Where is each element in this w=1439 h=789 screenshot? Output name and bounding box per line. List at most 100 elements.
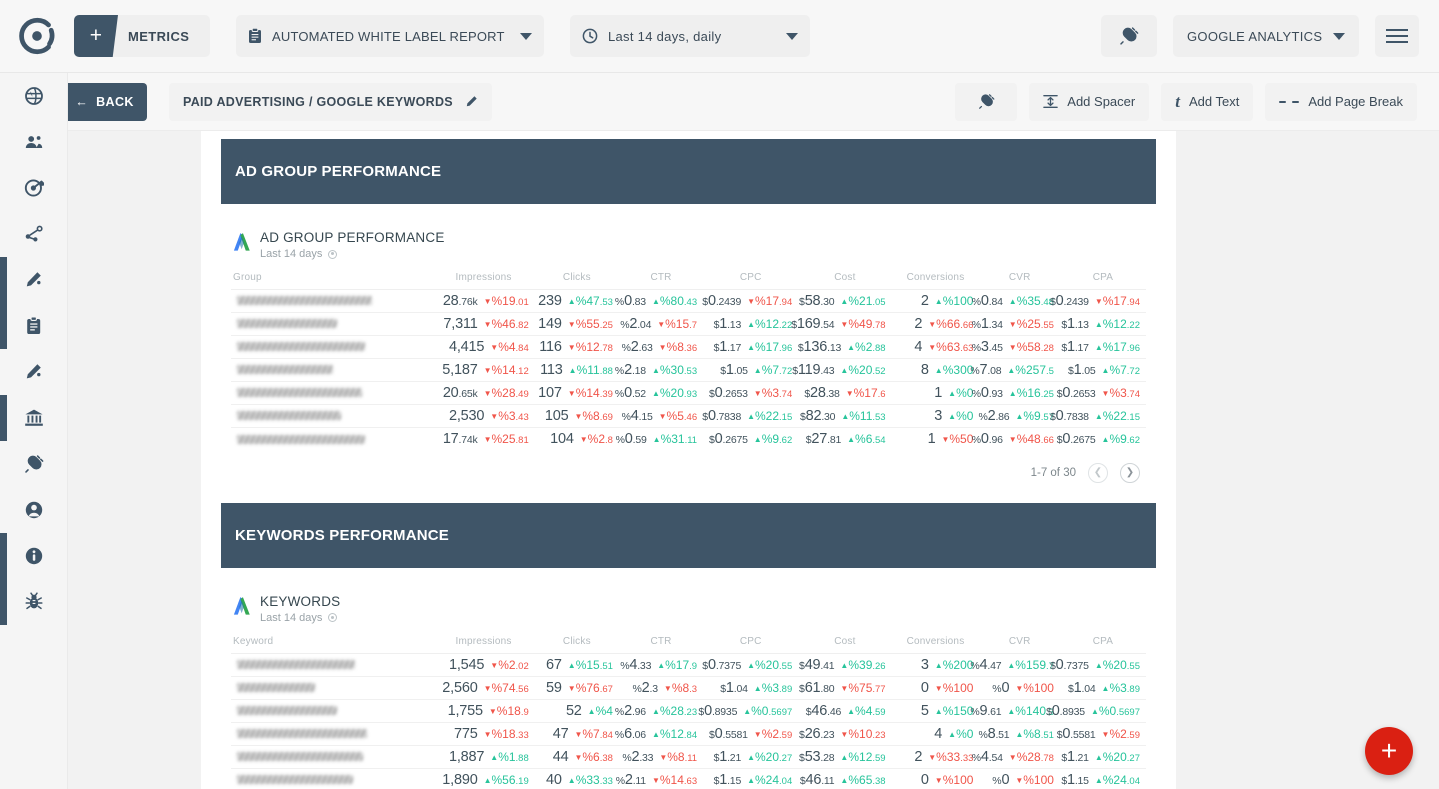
sidebar-item-pencil-edit[interactable] xyxy=(0,349,67,395)
report-select[interactable]: AUTOMATED WHITE LABEL REPORT xyxy=(236,15,544,57)
table-widget[interactable]: KEYWORDS Last 14 days Keyword Impressions Cl… xyxy=(221,584,1156,789)
section-band[interactable]: AD GROUP PERFORMANCE xyxy=(221,139,1156,204)
column-header[interactable]: CPC xyxy=(703,634,798,654)
column-header[interactable]: Impressions xyxy=(432,634,534,654)
sidebar-item-info[interactable] xyxy=(0,533,67,579)
widget-plug-button[interactable] xyxy=(955,82,1018,121)
sidebar-item-bank[interactable] xyxy=(0,395,67,441)
column-header[interactable]: CTR xyxy=(619,270,703,290)
table-row[interactable]: 4,415 ▼%4.84 116 ▼%12.78 %2.63 ▼%8.36 $1.17 ▲%1… xyxy=(231,335,1146,359)
metric-cell-container: 17.74k ▼%25.81 xyxy=(432,427,535,451)
metric-cell: %9.61 ▲%140.3 xyxy=(970,703,1054,719)
column-header[interactable]: Keyword xyxy=(231,634,432,654)
main-menu-button[interactable] xyxy=(1375,15,1419,57)
column-header[interactable]: Cost xyxy=(798,270,891,290)
table-row[interactable]: 7,311 ▼%46.82 149 ▼%55.25 %2.04 ▼%15.7 $1.13 ▲%… xyxy=(231,312,1146,336)
add-widget-fab[interactable]: + xyxy=(1365,727,1413,775)
column-header[interactable]: Conversions xyxy=(892,270,980,290)
column-header[interactable]: CPC xyxy=(703,270,798,290)
table-row[interactable]: 1,887 ▲%1.88 44 ▼%6.38 %2.33 ▼%8.11 $1.21 ▲%20.… xyxy=(231,744,1146,768)
metric-value: $1.21 xyxy=(713,748,742,765)
back-button[interactable]: ← BACK xyxy=(62,82,147,121)
app-logo[interactable] xyxy=(0,15,74,57)
metric-value: $1.15 xyxy=(713,771,742,788)
metric-cell-container: %1.34 ▼%25.55 xyxy=(972,312,1060,336)
metric-cell-container: 4,415 ▼%4.84 xyxy=(432,335,535,359)
column-header[interactable]: CVR xyxy=(979,270,1060,290)
table-row[interactable]: 775 ▼%18.33 47 ▼%7.84 %6.06 ▲%12.84 $0.5581 ▼%2… xyxy=(231,721,1146,745)
table-row[interactable]: 5,187 ▼%14.12 113 ▲%11.88 %2.18 ▲%30.53 $1.05 ▲… xyxy=(231,358,1146,382)
column-header[interactable]: Conversions xyxy=(892,634,980,654)
metric-cell-container: %7.08 ▲%257.5 xyxy=(970,358,1060,382)
add-text-button[interactable]: t Add Text xyxy=(1161,82,1254,121)
column-header[interactable]: CPA xyxy=(1060,270,1146,290)
data-table: Group Impressions Clicks CTR CPC Cost Conversi… xyxy=(231,270,1146,451)
sidebar-item-globe[interactable] xyxy=(0,73,67,119)
table-row[interactable]: 17.74k ▼%25.81 104 ▼%2.8 %0.59 ▲%31.11 $0.2675… xyxy=(231,427,1146,451)
sidebar-item-clipboard[interactable] xyxy=(0,303,67,349)
metric-value: $0.8935 xyxy=(698,702,738,719)
report-canvas[interactable]: AD GROUP PERFORMANCE AD GROUP PERFORMANCE… xyxy=(68,131,1439,789)
arrow-down-icon: ▼ xyxy=(483,366,492,375)
pagination-prev-button[interactable]: ❮ xyxy=(1088,462,1108,483)
metric-delta: ▼%75.77 xyxy=(840,680,886,695)
arrow-up-icon: ▲ xyxy=(1008,389,1017,398)
table-row[interactable]: 1,545 ▼%2.02 67 ▲%15.51 %4.33 ▲%17.9 $0.7375 ▲%… xyxy=(231,652,1146,676)
pagination-next-button[interactable]: ❯ xyxy=(1120,462,1140,483)
column-header[interactable]: Impressions xyxy=(432,270,534,290)
add-page-break-button[interactable]: Add Page Break xyxy=(1265,82,1417,121)
metric-cell: $1.04 ▲%3.89 xyxy=(1066,680,1140,696)
column-header[interactable]: CPA xyxy=(1060,634,1146,654)
add-spacer-button[interactable]: Add Spacer xyxy=(1029,82,1150,121)
date-range-select[interactable]: Last 14 days, daily xyxy=(570,15,810,57)
metric-cell-container: 2 ▼%66.66 xyxy=(891,312,980,336)
metric-delta: ▲%0 xyxy=(948,386,974,400)
column-header[interactable]: CTR xyxy=(619,634,703,654)
metric-value: 116 xyxy=(539,339,562,355)
row-label-cell xyxy=(231,312,433,336)
arrow-down-icon: ▼ xyxy=(567,320,576,329)
section-band[interactable]: KEYWORDS PERFORMANCE xyxy=(221,502,1156,568)
table-row[interactable]: 1,755 ▼%18.9 52 ▲%4 %2.96 ▲%28.23 $0.8935 ▲%0.5… xyxy=(231,698,1146,722)
arrow-down-icon: ▼ xyxy=(567,343,576,352)
clipboard-icon xyxy=(26,316,40,334)
table-widget[interactable]: AD GROUP PERFORMANCE Last 14 days Group Imp… xyxy=(221,220,1156,495)
metric-value: %0.83 xyxy=(614,293,646,309)
column-header[interactable]: Group xyxy=(231,270,432,290)
add-metrics-button[interactable]: + METRICS xyxy=(74,15,210,57)
table-row[interactable]: 20.65k ▼%28.49 107 ▼%14.39 %0.52 ▲%20.93 $0.26… xyxy=(231,381,1146,405)
table-row[interactable]: 28.76k ▼%19.01 239 ▲%47.53 %0.83 ▲%80.43 $0.24… xyxy=(231,289,1146,313)
column-header[interactable]: Clicks xyxy=(535,270,619,290)
table-row[interactable]: 2,560 ▼%74.56 59 ▼%76.67 %2.3 ▼%8.3 $1.04 ▲%3.8… xyxy=(231,675,1146,699)
column-header[interactable]: CVR xyxy=(979,634,1060,654)
widget-subtitle: Last 14 days xyxy=(260,248,445,260)
sidebar-item-pencil[interactable] xyxy=(0,257,67,303)
metric-value: 17.74k xyxy=(442,431,478,448)
metric-cell: $49.41 ▲%39.26 xyxy=(799,657,886,673)
column-header[interactable]: Clicks xyxy=(535,634,619,654)
sidebar-item-share-nodes[interactable] xyxy=(0,211,67,257)
pencil-icon[interactable] xyxy=(465,95,478,108)
metric-delta: ▼%100 xyxy=(934,680,974,695)
column-header[interactable]: Cost xyxy=(798,634,891,654)
data-source-select[interactable]: GOOGLE ANALYTICS xyxy=(1173,15,1359,57)
breadcrumb[interactable]: PAID ADVERTISING / GOOGLE KEYWORDS xyxy=(169,82,492,121)
sidebar-item-bug[interactable] xyxy=(0,579,67,625)
sidebar-item-target[interactable] xyxy=(0,165,67,211)
table-row[interactable]: 1,890 ▲%56.19 40 ▲%33.33 %2.11 ▼%14.63 $1.15 ▲%… xyxy=(231,767,1146,789)
metric-value: %6.06 xyxy=(614,725,646,742)
sidebar-item-account[interactable] xyxy=(0,487,67,533)
metric-delta: ▼%28.49 xyxy=(483,386,529,400)
metric-delta: ▲%3.89 xyxy=(753,680,793,695)
arrow-down-icon: ▼ xyxy=(659,752,668,762)
metric-cell-container: %2.11 ▼%14.63 xyxy=(616,767,704,789)
sidebar-item-users[interactable] xyxy=(0,119,67,165)
sidebar-item-plug[interactable] xyxy=(0,441,67,487)
sidebar-active-indicator xyxy=(0,441,7,487)
metric-value: 67 xyxy=(546,656,562,673)
table-row[interactable]: 2,530 ▼%3.43 105 ▼%8.69 %4.15 ▼%5.46 $0.7838 ▲%… xyxy=(231,404,1146,428)
metric-cell: %3.45 ▼%58.28 xyxy=(972,339,1054,355)
metric-value: 113 xyxy=(540,362,563,378)
integrations-button[interactable] xyxy=(1101,15,1157,57)
metric-delta: ▼%17.6 xyxy=(845,386,886,400)
